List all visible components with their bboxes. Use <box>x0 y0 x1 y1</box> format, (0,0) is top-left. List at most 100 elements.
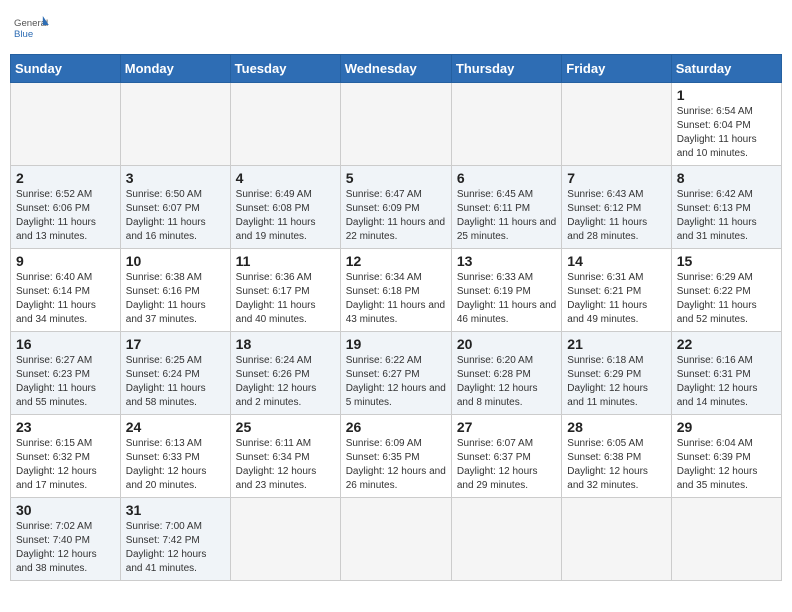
calendar-day-cell: 29 Sunrise: 6:04 AM Sunset: 6:39 PM Dayli… <box>671 415 781 498</box>
day-number: 6 <box>457 170 556 186</box>
day-info: Sunrise: 6:20 AM Sunset: 6:28 PM Dayligh… <box>457 354 556 410</box>
page-header: General Blue <box>10 10 782 46</box>
calendar-day-cell: 23 Sunrise: 6:15 AM Sunset: 6:32 PM Dayli… <box>11 415 121 498</box>
calendar-day-cell: 30Sunrise: 7:02 AM Sunset: 7:40 PM Dayli… <box>11 498 121 581</box>
calendar-week-row: 2 Sunrise: 6:52 AM Sunset: 6:06 PM Daylig… <box>11 166 782 249</box>
day-number: 12 <box>346 253 446 269</box>
calendar-day-cell <box>340 498 451 581</box>
day-info: Sunrise: 6:36 AM Sunset: 6:17 PM Dayligh… <box>236 271 335 327</box>
day-number: 29 <box>677 419 776 435</box>
calendar-day-cell: 1Sunrise: 6:54 AM Sunset: 6:04 PM Daylig… <box>671 83 781 166</box>
day-info: Sunrise: 6:22 AM Sunset: 6:27 PM Dayligh… <box>346 354 446 410</box>
day-info: Sunrise: 7:02 AM Sunset: 7:40 PM Dayligh… <box>16 520 115 576</box>
calendar-day-cell <box>562 498 671 581</box>
day-number: 19 <box>346 336 446 352</box>
calendar-day-cell: 6Sunrise: 6:45 AM Sunset: 6:11 PM Daylig… <box>451 166 561 249</box>
calendar-day-cell <box>230 83 340 166</box>
day-info: Sunrise: 6:50 AM Sunset: 6:07 PM Dayligh… <box>126 188 225 244</box>
calendar-day-cell: 19 Sunrise: 6:22 AM Sunset: 6:27 PM Dayli… <box>340 332 451 415</box>
calendar-day-cell <box>230 498 340 581</box>
day-info: Sunrise: 6:09 AM Sunset: 6:35 PM Dayligh… <box>346 437 446 493</box>
day-number: 15 <box>677 253 776 269</box>
day-info: Sunrise: 6:29 AM Sunset: 6:22 PM Dayligh… <box>677 271 776 327</box>
column-header-saturday: Saturday <box>671 55 781 83</box>
calendar-day-cell: 2 Sunrise: 6:52 AM Sunset: 6:06 PM Daylig… <box>11 166 121 249</box>
day-number: 4 <box>236 170 335 186</box>
calendar-day-cell <box>340 83 451 166</box>
column-header-sunday: Sunday <box>11 55 121 83</box>
day-info: Sunrise: 6:16 AM Sunset: 6:31 PM Dayligh… <box>677 354 776 410</box>
calendar-day-cell: 16 Sunrise: 6:27 AM Sunset: 6:23 PM Dayli… <box>11 332 121 415</box>
day-info: Sunrise: 6:25 AM Sunset: 6:24 PM Dayligh… <box>126 354 225 410</box>
calendar-day-cell: 5 Sunrise: 6:47 AM Sunset: 6:09 PM Daylig… <box>340 166 451 249</box>
column-header-friday: Friday <box>562 55 671 83</box>
day-number: 7 <box>567 170 665 186</box>
day-number: 20 <box>457 336 556 352</box>
calendar-day-cell: 20 Sunrise: 6:20 AM Sunset: 6:28 PM Dayli… <box>451 332 561 415</box>
day-number: 17 <box>126 336 225 352</box>
day-number: 9 <box>16 253 115 269</box>
day-number: 13 <box>457 253 556 269</box>
generalblue-logo-icon: General Blue <box>14 10 50 46</box>
day-number: 22 <box>677 336 776 352</box>
day-number: 2 <box>16 170 115 186</box>
day-number: 23 <box>16 419 115 435</box>
day-info: Sunrise: 6:38 AM Sunset: 6:16 PM Dayligh… <box>126 271 225 327</box>
calendar-day-cell: 21Sunrise: 6:18 AM Sunset: 6:29 PM Dayli… <box>562 332 671 415</box>
calendar-day-cell: 28 Sunrise: 6:05 AM Sunset: 6:38 PM Dayli… <box>562 415 671 498</box>
svg-text:Blue: Blue <box>14 29 33 40</box>
calendar-day-cell: 15 Sunrise: 6:29 AM Sunset: 6:22 PM Dayli… <box>671 249 781 332</box>
day-number: 31 <box>126 502 225 518</box>
day-info: Sunrise: 6:13 AM Sunset: 6:33 PM Dayligh… <box>126 437 225 493</box>
column-header-monday: Monday <box>120 55 230 83</box>
calendar-day-cell <box>451 83 561 166</box>
day-info: Sunrise: 6:42 AM Sunset: 6:13 PM Dayligh… <box>677 188 776 244</box>
day-info: Sunrise: 6:24 AM Sunset: 6:26 PM Dayligh… <box>236 354 335 410</box>
day-number: 16 <box>16 336 115 352</box>
calendar-week-row: 23 Sunrise: 6:15 AM Sunset: 6:32 PM Dayli… <box>11 415 782 498</box>
calendar-week-row: 1Sunrise: 6:54 AM Sunset: 6:04 PM Daylig… <box>11 83 782 166</box>
day-info: Sunrise: 6:33 AM Sunset: 6:19 PM Dayligh… <box>457 271 556 327</box>
calendar-week-row: 9Sunrise: 6:40 AM Sunset: 6:14 PM Daylig… <box>11 249 782 332</box>
calendar-table: SundayMondayTuesdayWednesdayThursdayFrid… <box>10 54 782 581</box>
day-info: Sunrise: 6:49 AM Sunset: 6:08 PM Dayligh… <box>236 188 335 244</box>
calendar-day-cell <box>562 83 671 166</box>
day-number: 5 <box>346 170 446 186</box>
day-info: Sunrise: 6:15 AM Sunset: 6:32 PM Dayligh… <box>16 437 115 493</box>
calendar-day-cell: 4 Sunrise: 6:49 AM Sunset: 6:08 PM Daylig… <box>230 166 340 249</box>
day-info: Sunrise: 6:34 AM Sunset: 6:18 PM Dayligh… <box>346 271 446 327</box>
calendar-day-cell: 14 Sunrise: 6:31 AM Sunset: 6:21 PM Dayli… <box>562 249 671 332</box>
day-number: 14 <box>567 253 665 269</box>
calendar-header-row: SundayMondayTuesdayWednesdayThursdayFrid… <box>11 55 782 83</box>
day-number: 24 <box>126 419 225 435</box>
calendar-week-row: 16 Sunrise: 6:27 AM Sunset: 6:23 PM Dayli… <box>11 332 782 415</box>
calendar-day-cell: 3 Sunrise: 6:50 AM Sunset: 6:07 PM Daylig… <box>120 166 230 249</box>
calendar-day-cell: 31Sunrise: 7:00 AM Sunset: 7:42 PM Dayli… <box>120 498 230 581</box>
day-number: 10 <box>126 253 225 269</box>
day-number: 28 <box>567 419 665 435</box>
column-header-tuesday: Tuesday <box>230 55 340 83</box>
calendar-day-cell: 17 Sunrise: 6:25 AM Sunset: 6:24 PM Dayli… <box>120 332 230 415</box>
calendar-day-cell <box>451 498 561 581</box>
day-info: Sunrise: 6:52 AM Sunset: 6:06 PM Dayligh… <box>16 188 115 244</box>
day-number: 3 <box>126 170 225 186</box>
day-number: 25 <box>236 419 335 435</box>
column-header-thursday: Thursday <box>451 55 561 83</box>
day-info: Sunrise: 6:31 AM Sunset: 6:21 PM Dayligh… <box>567 271 665 327</box>
day-number: 1 <box>677 87 776 103</box>
calendar-week-row: 30Sunrise: 7:02 AM Sunset: 7:40 PM Dayli… <box>11 498 782 581</box>
calendar-day-cell <box>120 83 230 166</box>
calendar-day-cell <box>11 83 121 166</box>
day-info: Sunrise: 6:47 AM Sunset: 6:09 PM Dayligh… <box>346 188 446 244</box>
calendar-day-cell: 22 Sunrise: 6:16 AM Sunset: 6:31 PM Dayli… <box>671 332 781 415</box>
calendar-day-cell: 26Sunrise: 6:09 AM Sunset: 6:35 PM Dayli… <box>340 415 451 498</box>
calendar-day-cell: 24 Sunrise: 6:13 AM Sunset: 6:33 PM Dayli… <box>120 415 230 498</box>
calendar-day-cell: 11Sunrise: 6:36 AM Sunset: 6:17 PM Dayli… <box>230 249 340 332</box>
day-info: Sunrise: 6:04 AM Sunset: 6:39 PM Dayligh… <box>677 437 776 493</box>
day-info: Sunrise: 6:18 AM Sunset: 6:29 PM Dayligh… <box>567 354 665 410</box>
day-number: 18 <box>236 336 335 352</box>
day-info: Sunrise: 6:27 AM Sunset: 6:23 PM Dayligh… <box>16 354 115 410</box>
calendar-day-cell <box>671 498 781 581</box>
day-info: Sunrise: 6:05 AM Sunset: 6:38 PM Dayligh… <box>567 437 665 493</box>
calendar-day-cell: 10 Sunrise: 6:38 AM Sunset: 6:16 PM Dayli… <box>120 249 230 332</box>
